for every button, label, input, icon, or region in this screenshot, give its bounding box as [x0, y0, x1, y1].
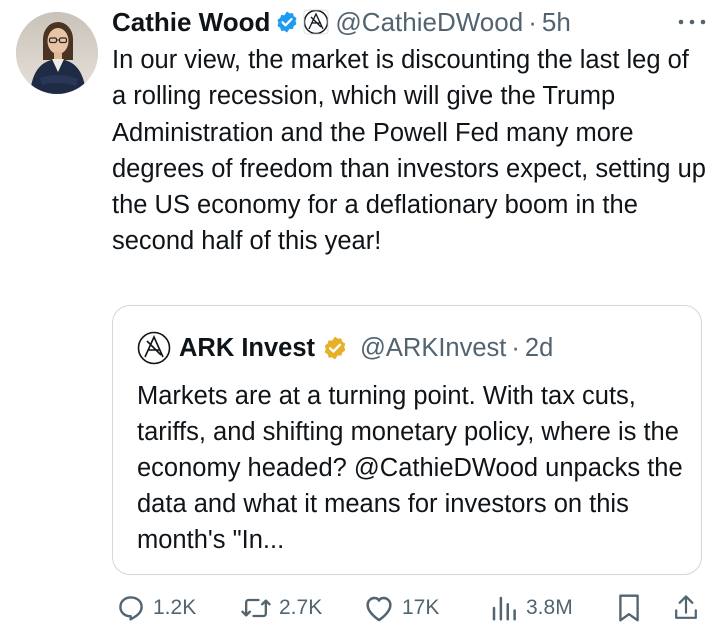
quoted-tweet-text: Markets are at a turning point. With tax…: [137, 382, 683, 554]
verified-organization-badge-icon: [324, 336, 346, 360]
reply-count: 1.2K: [153, 596, 197, 619]
bookmark-button[interactable]: [615, 588, 643, 628]
tweet-text: In our view, the market is discounting t…: [112, 46, 714, 256]
tweet-content: Cathie Wood @CathieDWood · 5h In our vie…: [112, 4, 707, 260]
ark-affiliate-logo-icon[interactable]: [303, 9, 329, 35]
tweet-action-bar: 1.2K 2.7K 17K 3.8M: [112, 588, 712, 628]
views-button[interactable]: 3.8M: [489, 588, 573, 628]
quoted-tweet-header: ARK Invest @ARKInvest · 2d: [137, 330, 553, 366]
header-separator: ·: [528, 6, 537, 37]
like-count: 17K: [402, 596, 440, 619]
repost-count: 2.7K: [279, 596, 323, 619]
reply-icon: [119, 596, 143, 621]
bookmark-icon: [619, 594, 639, 622]
tweet-timestamp[interactable]: 5h: [542, 7, 571, 38]
verified-badge-icon: [277, 11, 297, 33]
ark-invest-logo-icon: [137, 331, 171, 365]
like-button[interactable]: 17K: [363, 588, 439, 628]
share-button[interactable]: [672, 588, 700, 628]
views-count: 3.8M: [526, 596, 573, 619]
quoted-header-separator: ·: [511, 333, 520, 362]
tweet-header: Cathie Wood @CathieDWood · 5h: [112, 4, 707, 40]
views-bar-chart-icon: [492, 596, 516, 621]
quoted-author-display-name: ARK Invest: [179, 333, 316, 362]
tweet[interactable]: Cathie Wood @CathieDWood · 5h In our vie…: [0, 0, 720, 642]
repost-icon: [241, 598, 271, 618]
quoted-tweet-timestamp: 2d: [524, 333, 554, 362]
author-display-name[interactable]: Cathie Wood: [112, 7, 270, 38]
quoted-author-handle: @ARKInvest: [360, 333, 507, 362]
avatar-portrait-icon: [16, 12, 98, 94]
repost-button[interactable]: 2.7K: [240, 588, 322, 628]
more-horizontal-icon[interactable]: [677, 18, 707, 26]
share-icon: [675, 595, 697, 619]
quoted-tweet[interactable]: ARK Invest @ARKInvest · 2d Markets are a…: [112, 305, 702, 575]
reply-button[interactable]: 1.2K: [116, 588, 196, 628]
heart-icon: [366, 596, 392, 622]
avatar[interactable]: [16, 12, 98, 94]
author-handle[interactable]: @CathieDWood: [335, 7, 523, 38]
